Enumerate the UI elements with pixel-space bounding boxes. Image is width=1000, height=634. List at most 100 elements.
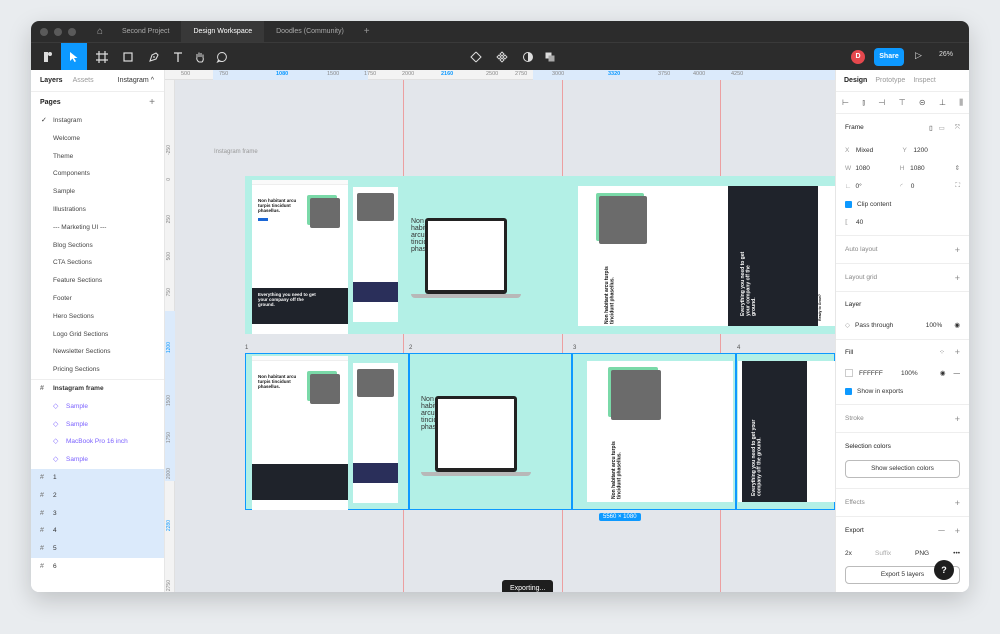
independent-corners-icon[interactable]: ⛶ (955, 182, 960, 190)
help-question-icon[interactable]: ? (934, 560, 954, 580)
sample-page-mock[interactable]: Non habitant arcu turpis tincidunt phase… (252, 180, 348, 334)
home-icon[interactable]: ⌂ (90, 26, 110, 37)
tab-layers[interactable]: Layers (40, 77, 63, 84)
page-item[interactable]: Illustrations (31, 201, 164, 219)
width-input[interactable]: 1080 (855, 165, 899, 172)
page-item[interactable]: Hero Sections (31, 308, 164, 326)
layer-item[interactable]: #4 (31, 522, 164, 541)
layer-item[interactable]: #2 (31, 486, 164, 505)
tab-second-project[interactable]: Second Project (110, 21, 181, 42)
page-item[interactable]: Theme (31, 148, 164, 166)
frame-1-page-mock[interactable]: Non habitant arcu turpis tincidunt phase… (252, 356, 348, 510)
page-item[interactable]: Components (31, 165, 164, 183)
fill-visibility-eye-icon[interactable]: ◉ (940, 369, 946, 377)
fill-opacity-input[interactable]: 100% (901, 370, 918, 377)
page-item[interactable]: ✓ Instagram (31, 112, 164, 130)
add-stroke-plus-icon[interactable]: + (955, 414, 960, 424)
frame-number-4[interactable]: 4 (737, 345, 740, 351)
landscape-orientation-icon[interactable]: ▭ (939, 124, 945, 132)
layer-item[interactable]: ◇ Sample (31, 416, 164, 434)
show-in-exports-checkbox[interactable] (845, 387, 852, 395)
align-top-icon[interactable]: ⊤ (899, 98, 906, 107)
close-window-button[interactable] (40, 27, 48, 36)
minimize-window-button[interactable] (54, 27, 62, 36)
add-layout-grid-plus-icon[interactable]: + (955, 273, 960, 283)
distribute-icon[interactable]: ⫼ (959, 98, 963, 108)
move-tool-icon[interactable] (61, 43, 87, 71)
padding-input[interactable]: 40 (856, 219, 863, 226)
rotation-input[interactable]: 0° (855, 183, 900, 190)
add-export-plus-icon[interactable]: + (955, 526, 960, 536)
frame-number-2[interactable]: 2 (409, 345, 412, 351)
layer-item[interactable]: # Instagram frame (31, 380, 164, 398)
constrain-proportions-icon[interactable]: ⇕ (955, 164, 960, 172)
page-item[interactable]: Pricing Sections (31, 361, 164, 379)
pen-tool-icon[interactable] (141, 43, 167, 71)
frame-tool-icon[interactable] (89, 43, 115, 71)
layer-opacity-input[interactable]: 100% (926, 322, 943, 329)
frame-3-page-mock[interactable]: Non habitant arcu turpis tincidunt phase… (587, 361, 733, 502)
page-item[interactable]: Feature Sections (31, 272, 164, 290)
portrait-orientation-icon[interactable]: ▯ (929, 124, 933, 132)
export-format-select[interactable]: PNG (915, 550, 929, 557)
layer-item[interactable]: ◇ MacBook Pro 16 inch (31, 433, 164, 451)
frame-number-1[interactable]: 1 (245, 345, 248, 351)
layer-item[interactable]: #5 (31, 540, 164, 558)
add-page-plus-icon[interactable]: + (149, 97, 155, 108)
guide-line[interactable] (403, 80, 404, 592)
export-scale-select[interactable]: 2x (845, 550, 875, 557)
show-selection-colors-button[interactable]: Show selection colors (845, 460, 960, 478)
share-button[interactable]: Share (874, 48, 904, 66)
fill-styles-icon[interactable]: ⁘ (939, 348, 944, 356)
frame-1-mobile-mock[interactable] (353, 363, 398, 503)
frame-number-3[interactable]: 3 (573, 345, 576, 351)
comment-tool-icon[interactable] (209, 43, 235, 71)
align-center-h-icon[interactable]: ⫾ (862, 98, 865, 108)
layer-item[interactable]: #1 (31, 468, 164, 487)
fill-color-swatch[interactable] (845, 369, 853, 377)
remove-export-icon[interactable]: — (938, 527, 945, 534)
guide-line[interactable] (720, 80, 721, 592)
frame-section-title[interactable]: Frame (845, 124, 864, 131)
page-item[interactable]: Logo Grid Sections (31, 326, 164, 344)
layer-item[interactable]: #3 (31, 504, 164, 523)
export-settings-more-icon[interactable]: ••• (953, 550, 960, 557)
resize-to-fit-icon[interactable]: ⤧ (955, 124, 960, 132)
align-middle-v-icon[interactable]: ⊝ (919, 98, 926, 107)
y-input[interactable]: 1200 (913, 147, 960, 154)
page-item[interactable]: Sample (31, 183, 164, 201)
page-item[interactable]: --- Marketing UI --- (31, 219, 164, 237)
align-left-icon[interactable]: ⊢ (842, 98, 849, 107)
component-icon[interactable] (489, 43, 515, 71)
add-fill-plus-icon[interactable]: + (955, 347, 960, 357)
align-right-icon[interactable]: ⊣ (878, 98, 885, 107)
edit-object-icon[interactable] (463, 43, 489, 71)
present-play-icon[interactable]: ▷ (915, 50, 922, 61)
shape-tool-icon[interactable] (115, 43, 141, 71)
main-menu-icon[interactable] (35, 43, 61, 71)
add-auto-layout-plus-icon[interactable]: + (955, 245, 960, 255)
macbook-mockup[interactable]: Non habitant arcu turpis tincidunt phase… (411, 218, 521, 298)
layer-item[interactable]: ◇ Sample (31, 451, 164, 469)
page-item[interactable]: Footer (31, 290, 164, 308)
sample-landscape-mock[interactable]: Non habitant arcu turpis tincidunt phase… (578, 186, 835, 326)
layer-item[interactable]: ◇ Sample (31, 398, 164, 416)
page-item[interactable]: Blog Sections (31, 237, 164, 255)
page-selector[interactable]: Instagram ^ (118, 77, 154, 84)
blend-mode-select[interactable]: Pass through (855, 322, 893, 329)
clip-content-checkbox[interactable] (845, 200, 852, 208)
tab-prototype[interactable]: Prototype (875, 77, 905, 84)
tab-design-workspace[interactable]: Design Workspace (181, 21, 265, 42)
zoom-level[interactable]: 26% (939, 51, 953, 58)
sample-mobile-mock[interactable] (353, 187, 398, 322)
radius-input[interactable]: 0 (911, 183, 956, 190)
boolean-ops-icon[interactable] (537, 43, 563, 71)
frame-4-page-mock[interactable]: Everything you need to get your company … (738, 361, 835, 502)
new-tab-plus-icon[interactable]: + (356, 26, 378, 37)
height-input[interactable]: 1080 (910, 165, 954, 172)
tab-design[interactable]: Design (844, 77, 867, 84)
tab-assets[interactable]: Assets (73, 77, 94, 84)
user-avatar[interactable]: D (851, 50, 865, 64)
fill-hex-input[interactable]: FFFFFF (859, 370, 901, 377)
remove-fill-icon[interactable]: — (954, 370, 961, 377)
